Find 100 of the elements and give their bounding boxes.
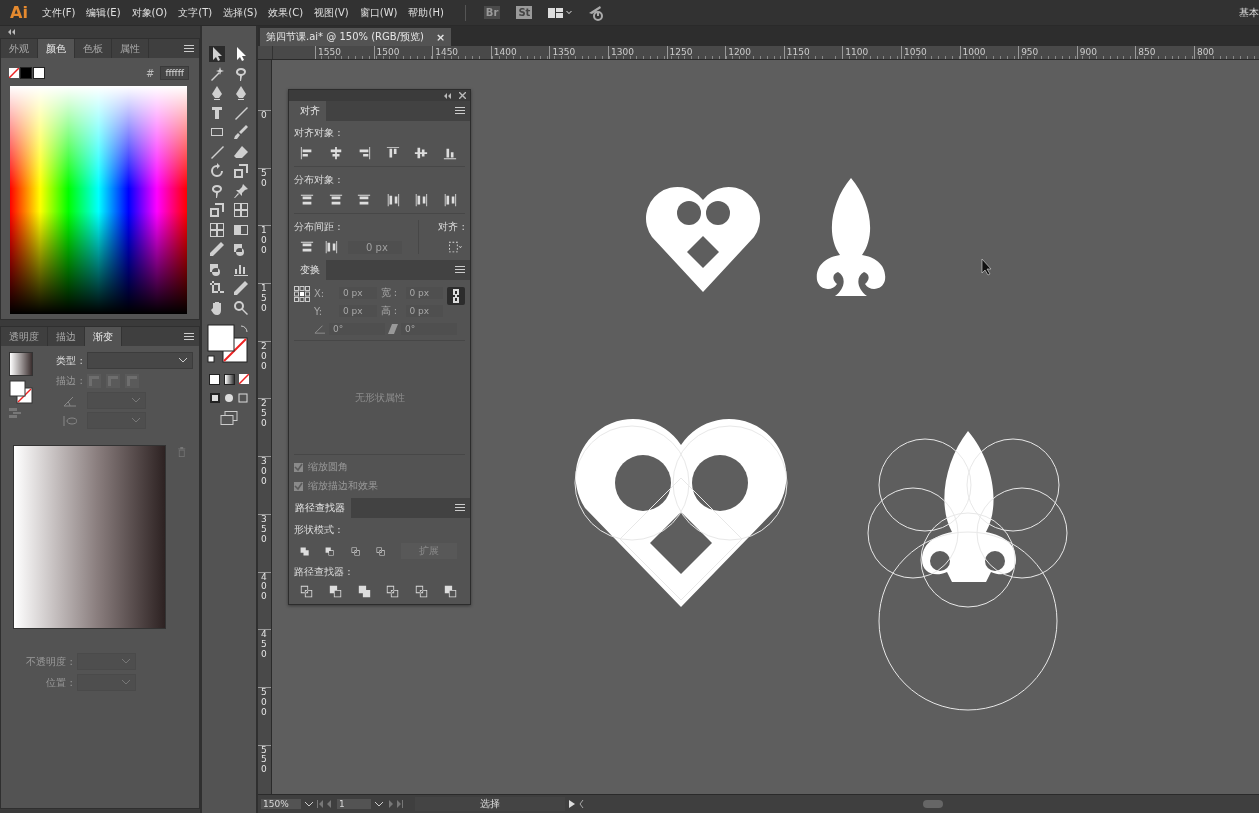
merge-icon[interactable] [357, 585, 371, 598]
hex-field[interactable]: ffffff [160, 66, 189, 80]
screen-mode-icon[interactable] [220, 410, 238, 425]
checkbox[interactable] [294, 462, 303, 472]
panel-tab[interactable]: 对齐 [294, 101, 326, 121]
color-swatch[interactable] [20, 67, 32, 79]
panel-tab[interactable]: 路径查找器 [289, 498, 351, 518]
draw-behind-icon[interactable] [224, 392, 234, 403]
heart-construction-drawing[interactable] [574, 419, 788, 607]
magic-wand-icon[interactable] [209, 65, 225, 82]
close-icon[interactable] [459, 92, 466, 99]
spacing-field[interactable]: 0 px [348, 240, 402, 254]
menu-item[interactable]: 编辑(E) [86, 5, 121, 20]
distribute-left-icon[interactable] [385, 193, 400, 207]
distribute-top-icon[interactable] [300, 193, 314, 207]
app-logo[interactable]: Ai [0, 3, 42, 22]
fleur-construction-drawing[interactable] [867, 431, 1068, 711]
draw-inside-icon[interactable] [238, 392, 248, 403]
exclude-icon[interactable] [375, 544, 385, 558]
crop-icon[interactable] [386, 585, 400, 598]
panel-tab[interactable]: 属性 [112, 39, 149, 58]
trim-icon[interactable] [328, 585, 342, 598]
eraser-icon[interactable] [233, 143, 249, 160]
none-swatch-icon[interactable] [9, 68, 19, 78]
distribute-center-icon[interactable] [328, 193, 343, 207]
outline-icon[interactable] [415, 585, 429, 598]
fill-stroke-icon[interactable] [207, 323, 251, 366]
align-bottom-icon[interactable] [442, 146, 457, 160]
workspace-layout-icon[interactable] [548, 6, 573, 19]
lasso-icon[interactable] [233, 65, 249, 82]
menu-item[interactable]: 对象(O) [131, 5, 168, 20]
chevron-icon[interactable] [375, 801, 383, 807]
none-mode-icon[interactable] [239, 373, 249, 384]
heart-logo-drawing[interactable] [646, 187, 760, 292]
gradient-swatch[interactable] [9, 352, 33, 376]
vertical-spacing-icon[interactable] [300, 240, 314, 254]
menu-item[interactable]: 效果(C) [268, 5, 304, 20]
panel-tab[interactable]: 变换 [294, 260, 326, 280]
zoom-field[interactable]: 150% [261, 799, 301, 809]
intersect-icon[interactable] [350, 544, 360, 558]
collapse-icon[interactable] [8, 29, 16, 35]
color-swatch[interactable] [33, 67, 45, 79]
perspective-icon[interactable] [233, 202, 249, 218]
page-field[interactable]: 1 [337, 799, 371, 809]
align-center-icon[interactable] [328, 146, 343, 160]
minus-front-icon[interactable] [325, 544, 335, 558]
transform-field[interactable]: 0 px [339, 287, 377, 299]
fleur-logo-drawing[interactable] [816, 178, 886, 296]
eyedropper-icon[interactable] [209, 241, 225, 257]
line-icon[interactable] [233, 104, 249, 121]
panel-menu-icon[interactable] [455, 266, 465, 274]
bridge-button[interactable]: Br [483, 6, 501, 19]
chevron-icon[interactable] [305, 801, 313, 807]
menu-item[interactable]: 文字(T) [178, 5, 213, 20]
horizontal-spacing-icon[interactable] [324, 240, 338, 254]
curvature-pen-icon[interactable] [233, 85, 249, 101]
menu-item[interactable]: 选择(S) [223, 5, 258, 20]
scroll-left-icon[interactable] [579, 800, 584, 808]
play-icon[interactable] [569, 800, 575, 808]
menu-item[interactable]: 窗口(W) [359, 5, 398, 20]
free-transform-icon[interactable] [209, 202, 225, 218]
gradient-mode-button[interactable] [224, 373, 235, 385]
pencil-icon[interactable] [209, 143, 225, 160]
align-middle-icon[interactable] [414, 146, 429, 160]
bridge-button[interactable]: St [516, 6, 533, 19]
panel-menu-icon[interactable] [184, 332, 194, 341]
pin-icon[interactable] [233, 182, 249, 199]
panel-tab[interactable]: 渐变 [85, 327, 122, 346]
slice-icon[interactable] [233, 280, 249, 296]
rotate-icon[interactable] [209, 163, 225, 179]
rotate-field[interactable]: 0° [329, 323, 385, 335]
distribute-middle-icon[interactable] [414, 193, 429, 207]
unite-icon[interactable] [300, 544, 310, 558]
panel-tab[interactable]: 透明度 [1, 327, 48, 346]
collapse-icon[interactable] [444, 92, 452, 99]
menu-item[interactable]: 文件(F) [41, 5, 76, 20]
document-tab[interactable]: 第四节课.ai* @ 150% (RGB/预览) × [260, 28, 452, 46]
transform-field[interactable]: 0 px [405, 305, 443, 317]
panel-tab[interactable]: 颜色 [38, 39, 75, 58]
align-left-icon[interactable] [300, 146, 314, 160]
distribute-bottom-icon[interactable] [357, 193, 372, 207]
scrollbar-thumb[interactable] [923, 800, 943, 808]
align-to-icon[interactable] [447, 240, 465, 254]
transform-field[interactable]: 0 px [405, 287, 443, 299]
menu-item[interactable]: 视图(V) [314, 5, 349, 20]
panel-menu-icon[interactable] [455, 107, 465, 115]
reference-point-icon[interactable] [294, 286, 310, 302]
link-icon[interactable] [447, 287, 465, 305]
align-right-icon[interactable] [357, 146, 372, 160]
type-icon[interactable] [209, 104, 225, 121]
divide-icon[interactable] [300, 585, 313, 598]
distribute-right-icon[interactable] [442, 193, 457, 207]
workspace-label[interactable]: 基本 [1239, 5, 1259, 20]
fill-stroke-icon[interactable] [9, 380, 33, 404]
minus-back-icon[interactable] [444, 585, 457, 598]
paintbrush-icon[interactable] [233, 124, 249, 140]
artboard-icon[interactable] [209, 280, 225, 296]
mesh-icon[interactable] [209, 221, 225, 238]
panel-tab[interactable]: 色板 [75, 39, 112, 58]
pen-icon[interactable] [209, 85, 225, 101]
